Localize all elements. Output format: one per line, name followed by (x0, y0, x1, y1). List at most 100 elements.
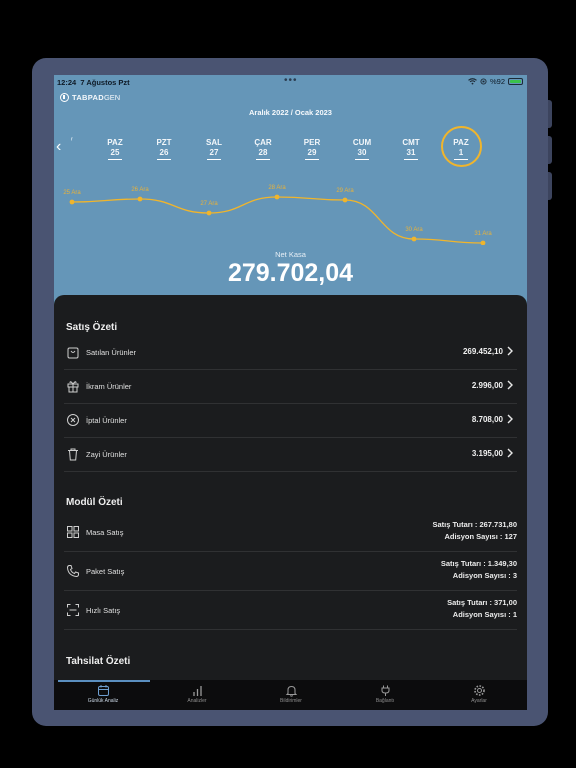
trash-icon (68, 448, 78, 461)
day-item[interactable]: SAL 27 (194, 138, 234, 160)
tab-label: Günlük Analiz (87, 698, 119, 704)
tab-ayarlar[interactable]: Ayarlar (432, 684, 526, 704)
day-item[interactable]: ÇAR 28 (243, 138, 283, 160)
row-value: 269.452,10 (462, 347, 503, 356)
day-name: PAZ (107, 138, 123, 147)
logo-text-light: GEN (103, 93, 121, 102)
day-number: 28 (258, 148, 268, 157)
bell-icon (285, 685, 297, 697)
wifi-icon (468, 78, 477, 85)
row-iptal-urunler[interactable]: İptal Ürünler 8.708,00 (64, 403, 517, 438)
net-kasa-value: 279.702,04 (227, 259, 354, 287)
row-ikram-urunler[interactable]: İkram Ürünler 2.996,00 (64, 369, 517, 404)
sales-amount: Satış Tutarı : 1.349,30 (440, 559, 517, 568)
scan-icon (67, 604, 79, 616)
row-label: Masa Satış (86, 528, 124, 537)
day-name: CMT (402, 138, 420, 147)
trend-line (71, 196, 484, 244)
receipt-count: Adisyon Sayısı : 3 (452, 571, 517, 580)
trend-point (69, 199, 75, 205)
day-name: PER (303, 138, 321, 147)
day-item[interactable]: CMT 31 (391, 138, 431, 160)
chevron-right-icon (507, 448, 513, 458)
receipt-count: Adisyon Sayısı : 1 (452, 610, 517, 619)
day-underline (355, 159, 369, 160)
day-item[interactable]: PZT 26 (144, 138, 184, 160)
status-bar: 12:24 7 Ağustos Pzt ••• %92 (54, 75, 527, 89)
row-label: Zayi Ürünler (86, 450, 127, 459)
day-name: CUM (352, 138, 372, 147)
multitask-dots[interactable]: ••• (284, 75, 298, 86)
active-tab-indicator (58, 680, 150, 682)
tab-bildirimler[interactable]: Bildirimler (244, 684, 338, 704)
device-side-button (548, 136, 552, 164)
row-value: 8.708,00 (471, 415, 503, 424)
row-label: Hızlı Satış (86, 606, 121, 615)
row-paket-satis[interactable]: Paket Satış Satış Tutarı : 1.349,30 Adis… (64, 551, 517, 591)
status-date: 7 Ağustos Pzt (80, 78, 130, 87)
trend-point (342, 197, 348, 203)
tab-label: Analizler (187, 698, 207, 704)
gear-icon (473, 685, 485, 696)
summary-sheet: Satış Özeti Satılan Ürünler 269.452,10 İ… (54, 295, 527, 680)
device-side-button (548, 100, 552, 128)
collection-summary-title: Tahsilat Özeti (66, 656, 131, 667)
day-item[interactable]: ʳ (54, 136, 92, 146)
app-screen: 12:24 7 Ağustos Pzt ••• %92 TABPADGEN Ar… (54, 75, 527, 710)
row-label: Paket Satış (86, 567, 125, 576)
day-underline (305, 159, 319, 160)
day-underline (256, 159, 270, 160)
day-item[interactable]: PAZ 25 (95, 138, 135, 160)
logo-mark-icon (60, 93, 69, 102)
net-kasa-label: Net Kasa (275, 250, 306, 259)
row-zayi-urunler[interactable]: Zayi Ürünler 3.195,00 (64, 437, 517, 472)
row-value: 3.195,00 (471, 449, 503, 458)
plug-icon (381, 685, 389, 696)
trend-point-label: 29 Ara (336, 188, 354, 194)
sales-amount: Satış Tutarı : 267.731,80 (432, 520, 518, 529)
chevron-right-icon (507, 414, 513, 424)
trend-point (274, 194, 280, 200)
row-label: İkram Ürünler (86, 382, 132, 391)
tab-baglanti[interactable]: Bağlantı (338, 684, 432, 704)
tab-gunluk-analiz[interactable]: Günlük Analiz (56, 684, 150, 704)
row-masa-satis[interactable]: Masa Satış Satış Tutarı : 267.731,80 Adi… (64, 512, 517, 552)
trend-point-label: 28 Ara (268, 185, 286, 191)
period-title: Aralık 2022 / Ocak 2023 (249, 108, 332, 117)
trend-point-label: 31 Ara (474, 231, 492, 237)
day-partial-label: ʳ (71, 137, 73, 144)
row-label: İptal Ürünler (86, 416, 127, 425)
gift-icon (67, 381, 79, 393)
day-number: 27 (209, 148, 219, 157)
receipt-count: Adisyon Sayısı : 127 (444, 532, 517, 541)
chevron-right-icon (507, 380, 513, 390)
trend-point-label: 27 Ara (200, 201, 218, 207)
status-time: 12:24 (57, 78, 77, 87)
battery-icon (508, 78, 523, 85)
day-number: 30 (357, 148, 367, 157)
status-time-date: 12:24 7 Ağustos Pzt (57, 78, 130, 87)
day-item[interactable]: CUM 30 (342, 138, 382, 160)
row-satilan-urunler[interactable]: Satılan Ürünler 269.452,10 (64, 335, 517, 370)
selected-day-ring[interactable] (441, 126, 482, 167)
day-number: 26 (159, 148, 169, 157)
row-hizli-satis[interactable]: Hızlı Satış Satış Tutarı : 371,00 Adisyo… (64, 590, 517, 630)
tab-analizler[interactable]: Analizler (150, 684, 244, 704)
orientation-lock-icon (480, 78, 487, 85)
day-item[interactable]: PER 29 (292, 138, 332, 160)
trend-point-label: 26 Ara (131, 187, 149, 193)
tab-label: Bildirimler (280, 698, 302, 704)
chevron-right-icon (507, 346, 513, 356)
sales-amount: Satış Tutarı : 371,00 (447, 598, 517, 607)
calendar-icon (97, 685, 109, 696)
day-underline (207, 159, 221, 160)
bar-chart-icon (192, 686, 202, 696)
day-name: SAL (206, 138, 222, 147)
grid-icon (67, 526, 79, 538)
day-underline (157, 159, 171, 160)
trend-point (411, 236, 417, 242)
module-summary-title: Modül Özeti (66, 497, 123, 508)
trend-point-label: 30 Ara (405, 227, 423, 233)
trend-point (480, 240, 486, 245)
battery-percent: %92 (489, 77, 505, 86)
